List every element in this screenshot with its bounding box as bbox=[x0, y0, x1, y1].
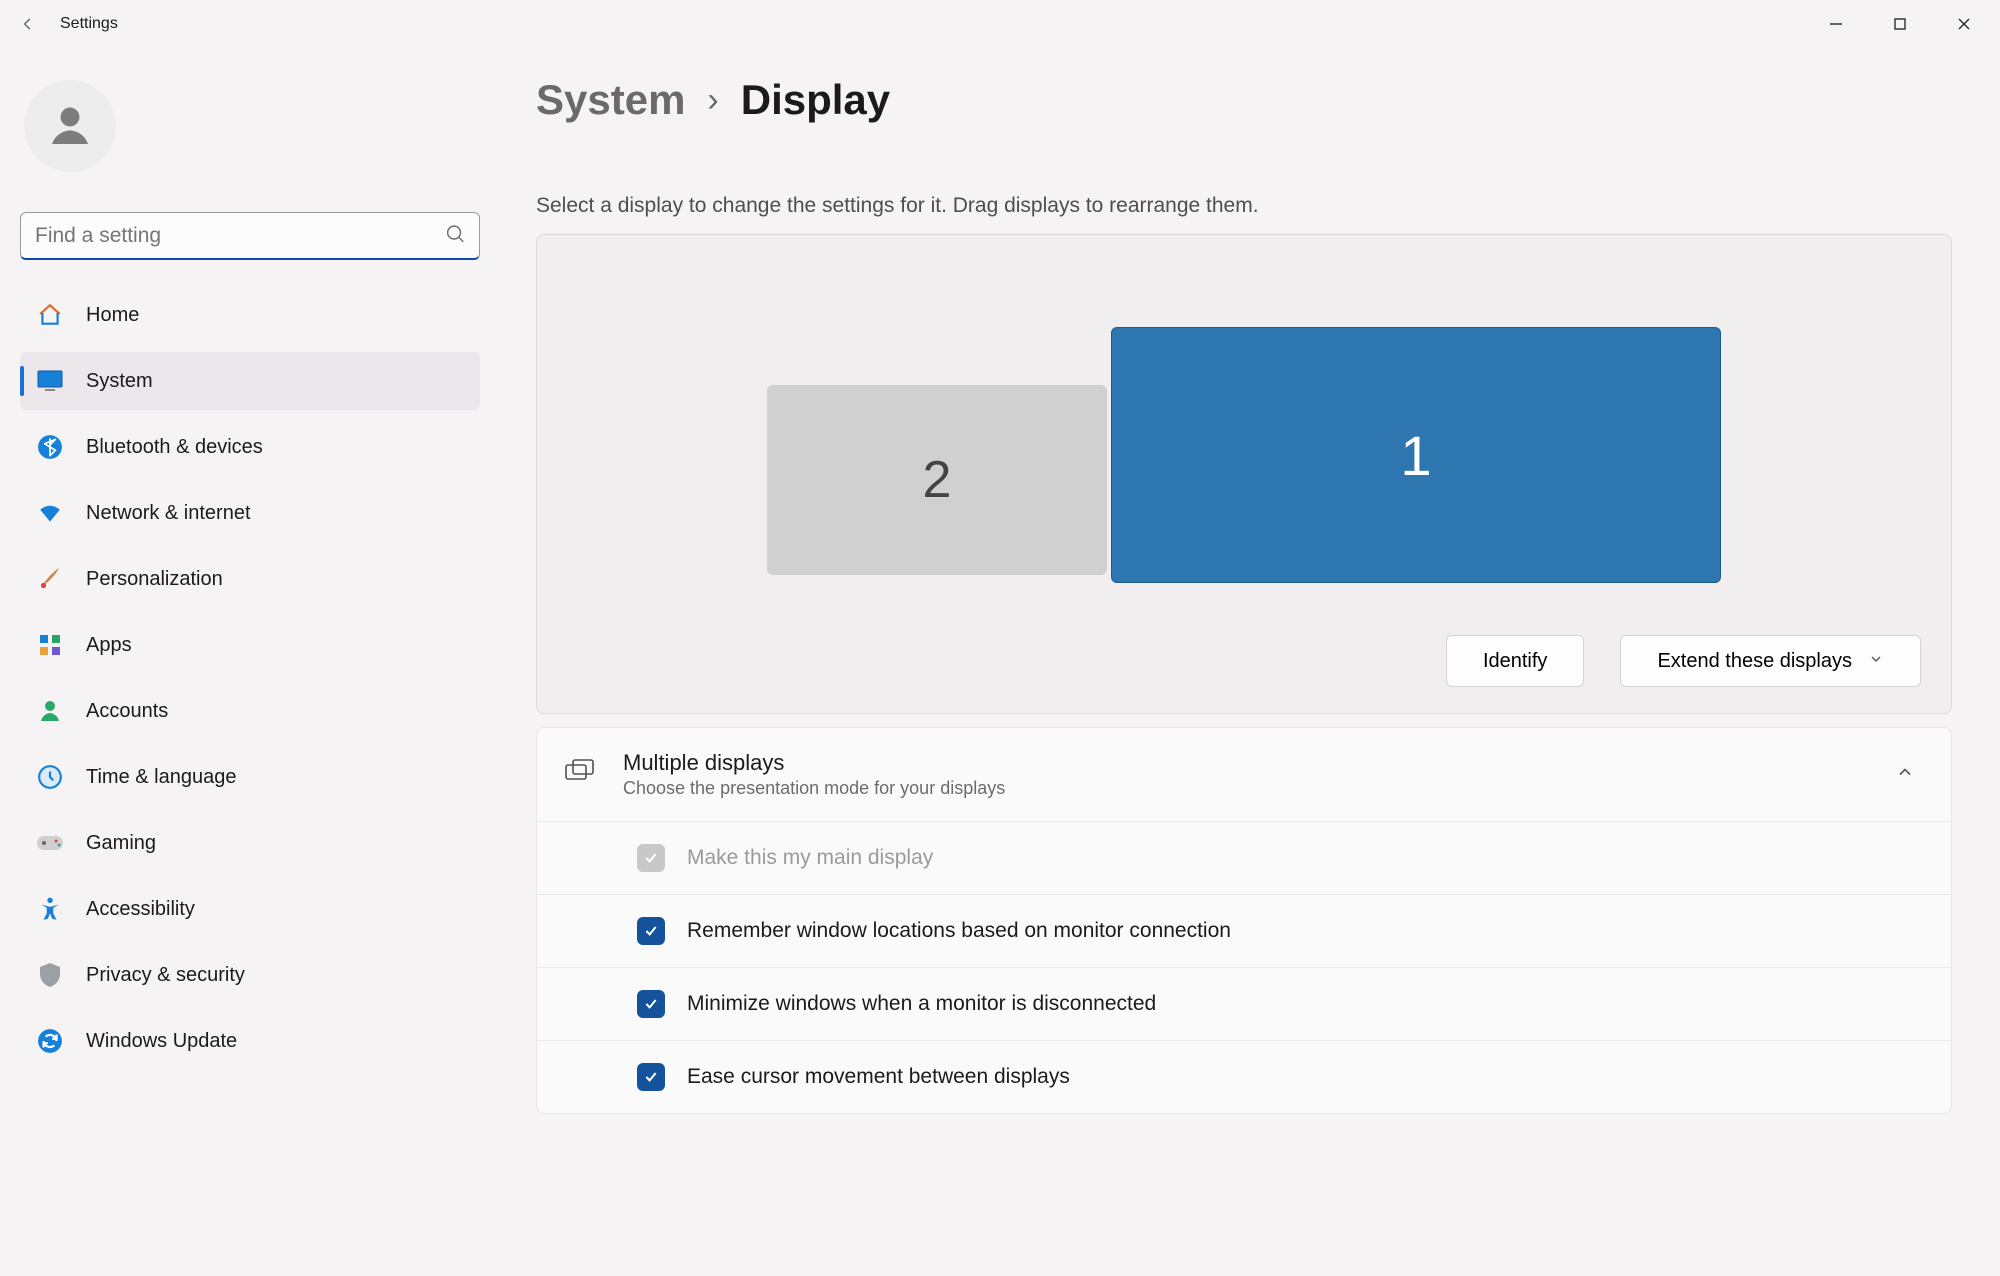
accessibility-icon bbox=[36, 895, 64, 923]
dropdown-label: Extend these displays bbox=[1657, 650, 1852, 673]
multiple-displays-header[interactable]: Multiple displays Choose the presentatio… bbox=[537, 728, 1951, 821]
sidebar-item-home[interactable]: Home bbox=[20, 286, 480, 344]
setting-title: Multiple displays bbox=[623, 750, 1869, 776]
chevron-down-icon bbox=[1868, 650, 1884, 673]
sidebar-item-label: Network & internet bbox=[86, 502, 251, 525]
main-content: System › Display Select a display to cha… bbox=[500, 48, 2000, 1276]
app-title: Settings bbox=[52, 15, 118, 33]
page-title: Display bbox=[741, 76, 890, 124]
sidebar-item-personalization[interactable]: Personalization bbox=[20, 550, 480, 608]
sidebar-item-accounts[interactable]: Accounts bbox=[20, 682, 480, 740]
option-label: Ease cursor movement between displays bbox=[687, 1065, 1070, 1089]
monitor-label: 2 bbox=[923, 450, 952, 510]
bluetooth-icon bbox=[36, 433, 64, 461]
title-bar: Settings bbox=[0, 0, 2000, 48]
sidebar-item-apps[interactable]: Apps bbox=[20, 616, 480, 674]
search-wrapper bbox=[20, 212, 480, 260]
sidebar-item-accessibility[interactable]: Accessibility bbox=[20, 880, 480, 938]
back-button[interactable] bbox=[4, 0, 52, 48]
checkbox[interactable] bbox=[637, 1063, 665, 1091]
sidebar-item-bluetooth[interactable]: Bluetooth & devices bbox=[20, 418, 480, 476]
update-icon bbox=[36, 1027, 64, 1055]
maximize-button[interactable] bbox=[1868, 4, 1932, 44]
sidebar-item-label: Time & language bbox=[86, 766, 236, 789]
checkbox[interactable] bbox=[637, 917, 665, 945]
sidebar-item-label: Personalization bbox=[86, 568, 223, 591]
multiple-displays-options: Make this my main display Remember windo… bbox=[537, 821, 1951, 1113]
option-ease-cursor[interactable]: Ease cursor movement between displays bbox=[537, 1040, 1951, 1113]
breadcrumb-parent[interactable]: System bbox=[536, 76, 685, 124]
setting-subtitle: Choose the presentation mode for your di… bbox=[623, 778, 1869, 799]
avatar bbox=[24, 80, 116, 172]
shield-icon bbox=[36, 961, 64, 989]
home-icon bbox=[36, 301, 64, 329]
sidebar-item-label: Accounts bbox=[86, 700, 168, 723]
wifi-icon bbox=[36, 499, 64, 527]
monitor-canvas[interactable]: 2 1 bbox=[567, 285, 1921, 625]
sidebar-item-label: Accessibility bbox=[86, 898, 195, 921]
chevron-right-icon: › bbox=[707, 81, 718, 120]
displays-icon bbox=[565, 759, 597, 790]
sidebar-item-label: Privacy & security bbox=[86, 964, 245, 987]
sidebar-item-time[interactable]: Time & language bbox=[20, 748, 480, 806]
clock-icon bbox=[36, 763, 64, 791]
nav-list: Home System Bluetooth & devices Network … bbox=[20, 286, 480, 1078]
monitor-2[interactable]: 2 bbox=[767, 385, 1107, 575]
sidebar-item-gaming[interactable]: Gaming bbox=[20, 814, 480, 872]
multiple-displays-card: Multiple displays Choose the presentatio… bbox=[536, 727, 1952, 1114]
display-mode-dropdown[interactable]: Extend these displays bbox=[1620, 635, 1921, 687]
sidebar-item-label: Windows Update bbox=[86, 1030, 237, 1053]
minimize-button[interactable] bbox=[1804, 4, 1868, 44]
option-main-display: Make this my main display bbox=[537, 821, 1951, 894]
profile-area[interactable] bbox=[20, 64, 480, 202]
search-input[interactable] bbox=[20, 212, 480, 260]
option-remember-locations[interactable]: Remember window locations based on monit… bbox=[537, 894, 1951, 967]
sidebar-item-label: System bbox=[86, 370, 153, 393]
option-label: Make this my main display bbox=[687, 846, 933, 870]
identify-button[interactable]: Identify bbox=[1446, 635, 1584, 687]
sidebar-item-label: Home bbox=[86, 304, 139, 327]
chevron-up-icon bbox=[1895, 762, 1915, 787]
sidebar: Home System Bluetooth & devices Network … bbox=[0, 48, 500, 1276]
sidebar-item-label: Bluetooth & devices bbox=[86, 436, 263, 459]
person-icon bbox=[36, 697, 64, 725]
sidebar-item-network[interactable]: Network & internet bbox=[20, 484, 480, 542]
breadcrumb: System › Display bbox=[536, 76, 1952, 124]
checkbox bbox=[637, 844, 665, 872]
close-button[interactable] bbox=[1932, 4, 1996, 44]
monitor-label: 1 bbox=[1400, 423, 1431, 488]
sidebar-item-privacy[interactable]: Privacy & security bbox=[20, 946, 480, 1004]
display-hint: Select a display to change the settings … bbox=[536, 194, 1952, 218]
gamepad-icon bbox=[36, 829, 64, 857]
search-icon bbox=[444, 223, 466, 250]
option-label: Minimize windows when a monitor is disco… bbox=[687, 992, 1156, 1016]
option-minimize-on-disconnect[interactable]: Minimize windows when a monitor is disco… bbox=[537, 967, 1951, 1040]
checkbox[interactable] bbox=[637, 990, 665, 1018]
sidebar-item-label: Gaming bbox=[86, 832, 156, 855]
option-label: Remember window locations based on monit… bbox=[687, 919, 1231, 943]
sidebar-item-system[interactable]: System bbox=[20, 352, 480, 410]
sidebar-item-label: Apps bbox=[86, 634, 132, 657]
apps-icon bbox=[36, 631, 64, 659]
system-icon bbox=[36, 367, 64, 395]
monitor-1[interactable]: 1 bbox=[1111, 327, 1721, 583]
sidebar-item-update[interactable]: Windows Update bbox=[20, 1012, 480, 1070]
brush-icon bbox=[36, 565, 64, 593]
button-label: Identify bbox=[1483, 650, 1547, 673]
display-arrangement-panel: 2 1 Identify Extend these displays bbox=[536, 234, 1952, 714]
